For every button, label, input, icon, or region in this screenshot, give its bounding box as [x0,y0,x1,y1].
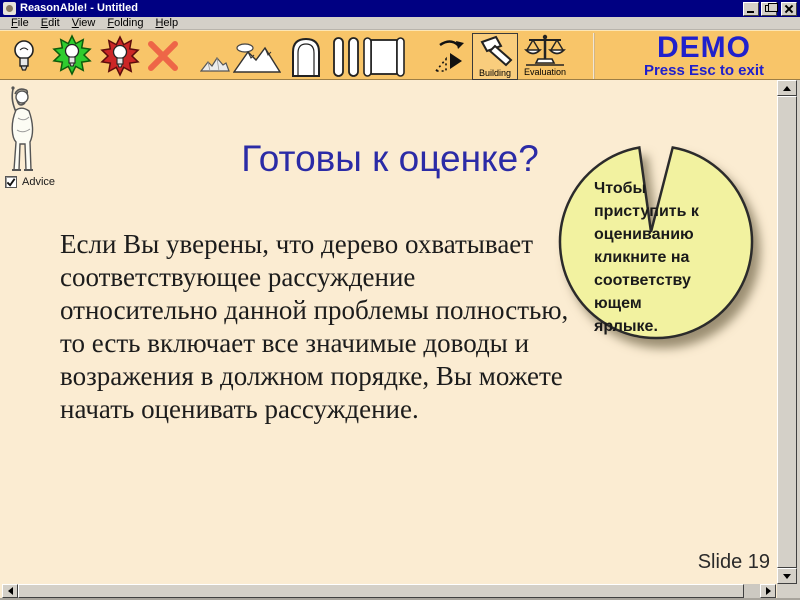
tab-building[interactable]: Building [472,33,518,80]
callout-balloon: Чтобы приступить к оцениванию кликните н… [556,130,771,360]
menu-view[interactable]: View [66,17,102,29]
delete-x-icon [148,41,178,71]
new-objection-button[interactable] [100,34,140,78]
delete-button[interactable] [147,41,179,71]
rotate-button[interactable] [428,37,466,75]
restore-icon [765,2,778,12]
checkmark-icon [6,178,16,187]
tab-evaluation[interactable]: Evaluation [522,33,568,77]
lightbulb-icon [14,40,34,71]
arrow-left-icon [7,587,13,595]
hammer-icon [480,35,513,67]
slide-area: Advice Готовы к оценке? Если Вы уверены,… [0,80,800,600]
slide-title: Готовы к оценке? [241,138,539,179]
menu-file[interactable]: File [5,17,35,29]
app-icon [3,2,16,15]
callout-text: Чтобы приступить к оцениванию кликните н… [594,177,734,338]
mountains-icon [233,43,281,73]
body-line: относительно данной проблемы полностью, [60,295,569,325]
scroll-down-button[interactable] [777,568,797,584]
scroll-left-button[interactable] [2,584,18,598]
demo-title: DEMO [657,31,751,64]
menu-folding[interactable]: Folding [101,17,149,29]
arch-icon [292,37,320,77]
lightbulb-green-burst-icon [52,34,92,76]
window-title: ReasonAble! - Untitled [20,2,138,14]
closed-scroll-icon [333,37,359,77]
minimize-icon [747,10,754,13]
title-bar: ReasonAble! - Untitled [0,0,800,17]
building-label: Building [478,68,512,78]
scrollbar-corner [777,584,797,598]
new-reason-button[interactable] [52,33,92,77]
advice-checkbox[interactable] [5,176,17,188]
arrow-up-icon [783,85,791,91]
small-terrain-button[interactable] [200,55,230,73]
scroll-up-button[interactable] [777,80,797,96]
lightbulb-red-burst-icon [100,35,140,77]
horizontal-scrollbar-thumb[interactable] [18,584,744,598]
vertical-scrollbar[interactable] [777,80,797,584]
callout-line: кликните на [594,249,690,266]
arrow-down-icon [783,573,791,579]
minimize-button[interactable] [743,1,759,16]
evaluation-label: Evaluation [523,67,567,77]
toolbar: Building Evaluation DEMO Press Esc to ex… [0,30,800,80]
body-line: возражения в должном порядке, Вы можете [60,361,563,391]
vertical-scrollbar-thumb[interactable] [777,96,797,568]
menu-help[interactable]: Help [149,17,184,29]
app-window: ReasonAble! - Untitled File Edit View Fo… [0,0,800,600]
open-scroll-button[interactable] [362,35,406,79]
callout-line: приступить к [594,203,699,220]
close-icon [784,4,794,14]
body-line: то есть включает все значимые доводы и [60,328,530,358]
demo-subtitle: Press Esc to exit [643,62,765,79]
horizontal-scrollbar[interactable] [2,584,776,598]
toolbar-separator [593,33,595,79]
menu-edit[interactable]: Edit [35,17,66,29]
callout-line: соответству [594,272,691,289]
menu-bar: File Edit View Folding Help [0,17,800,30]
arrow-right-icon [765,587,771,595]
slide-body: Если Вы уверены, что дерево охватывает с… [60,228,590,426]
closed-scroll-button[interactable] [330,35,362,79]
lightbulb-button[interactable] [12,38,36,74]
close-button[interactable] [781,1,797,16]
small-rocks-icon [200,56,230,72]
open-scroll-icon [363,37,405,77]
callout-line: ярлыке. [594,318,658,335]
demo-banner: DEMO Press Esc to exit [618,32,790,79]
callout-line: ющем [594,295,642,312]
arch-button[interactable] [290,36,322,78]
callout-line: Чтобы [594,180,647,197]
advice-control: Advice [5,176,55,188]
large-terrain-button[interactable] [233,42,281,74]
restore-button[interactable] [761,1,778,16]
body-line: начать оценивать рассуждение. [60,394,419,424]
scroll-right-button[interactable] [760,584,776,598]
body-line: Если Вы уверены, что дерево охватывает [60,229,534,259]
body-line: соответствующее рассуждение [60,262,416,292]
callout-line: оцениванию [594,226,694,243]
advice-label: Advice [22,176,56,188]
philosopher-icon [11,86,34,171]
slide-number: Slide 19 [697,551,770,573]
scales-icon [524,34,566,66]
rotate-icon [434,40,464,72]
